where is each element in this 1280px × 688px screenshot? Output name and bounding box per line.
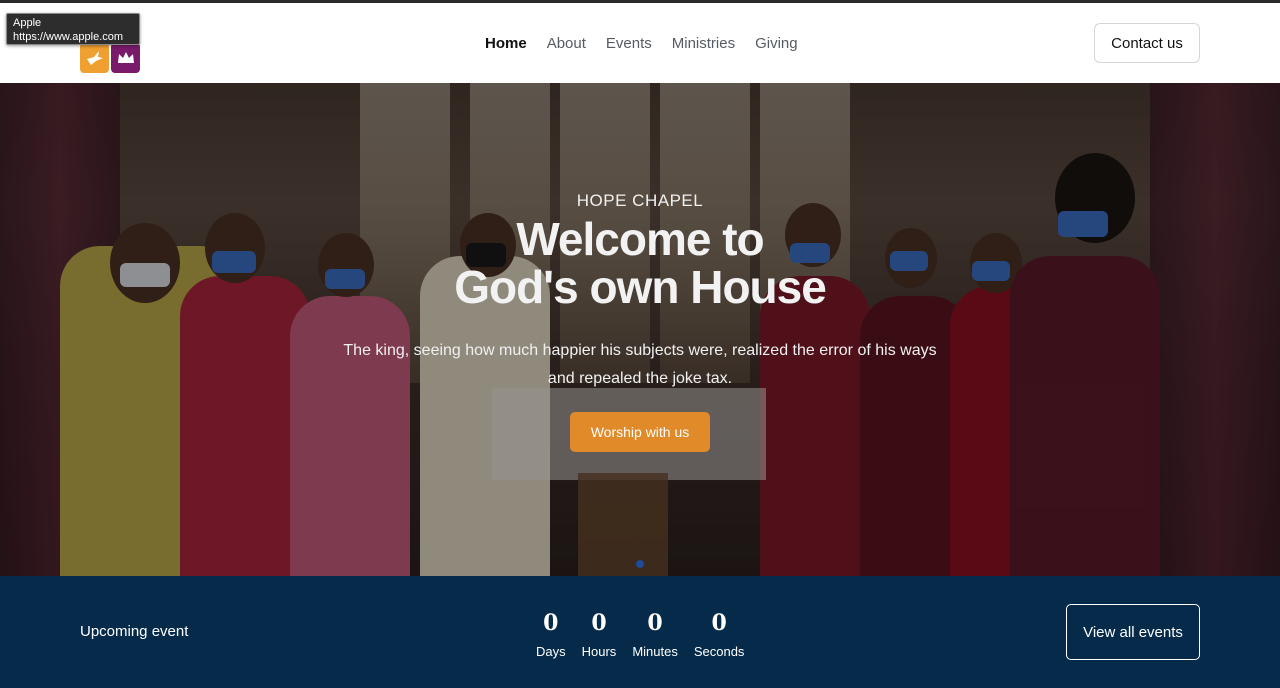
countdown-hours-caption: Hours xyxy=(581,644,617,659)
countdown-days: 0 Days xyxy=(536,610,566,659)
link-tooltip: Apple https://www.apple.com xyxy=(6,13,140,45)
main-nav: Home About Events Ministries Giving xyxy=(485,35,798,52)
tooltip-url: https://www.apple.com xyxy=(13,31,124,43)
countdown-seconds-value: 0 xyxy=(711,610,727,636)
site-header: Home About Events Ministries Giving Cont… xyxy=(0,3,1280,83)
countdown-minutes-value: 0 xyxy=(647,610,663,636)
dove-icon xyxy=(80,43,109,73)
hero-kicker: HOPE CHAPEL xyxy=(576,191,704,210)
upcoming-event-label: Upcoming event xyxy=(80,623,189,640)
countdown-seconds-caption: Seconds xyxy=(693,644,745,659)
countdown-minutes: 0 Minutes xyxy=(632,610,678,659)
contact-us-button[interactable]: Contact us xyxy=(1094,23,1200,63)
nav-item-giving[interactable]: Giving xyxy=(755,35,798,52)
countdown-hours: 0 Hours xyxy=(582,610,617,659)
countdown-minutes-caption: Minutes xyxy=(632,644,678,659)
view-all-events-button[interactable]: View all events xyxy=(1066,604,1200,660)
hero-carousel: HOPE CHAPEL Welcome to God's own House T… xyxy=(0,83,1280,576)
hero-title: Welcome to God's own House xyxy=(0,215,1280,311)
carousel-indicator-1[interactable] xyxy=(636,560,644,568)
nav-item-ministries[interactable]: Ministries xyxy=(672,35,735,52)
hero-overlay xyxy=(0,83,1280,576)
hero-title-line-1: Welcome to xyxy=(516,213,764,265)
countdown-seconds: 0 Seconds xyxy=(694,610,745,659)
countdown-hours-value: 0 xyxy=(591,610,607,636)
hero-title-line-2: God's own House xyxy=(454,261,827,313)
hero-lead: The king, seeing how much happier his su… xyxy=(343,342,937,387)
crown-icon xyxy=(111,43,140,73)
nav-item-about[interactable]: About xyxy=(547,35,586,52)
worship-with-us-button[interactable]: Worship with us xyxy=(570,412,710,452)
nav-item-home[interactable]: Home xyxy=(485,35,527,52)
tooltip-title: Apple xyxy=(13,17,42,29)
countdown-days-caption: Days xyxy=(536,644,566,659)
countdown-days-value: 0 xyxy=(543,610,559,636)
nav-item-events[interactable]: Events xyxy=(606,35,652,52)
site-logo[interactable] xyxy=(80,43,140,73)
upcoming-event-bar: Upcoming event 0 Days 0 Hours 0 Minutes … xyxy=(0,576,1280,688)
event-countdown: 0 Days 0 Hours 0 Minutes 0 Seconds xyxy=(536,610,744,659)
